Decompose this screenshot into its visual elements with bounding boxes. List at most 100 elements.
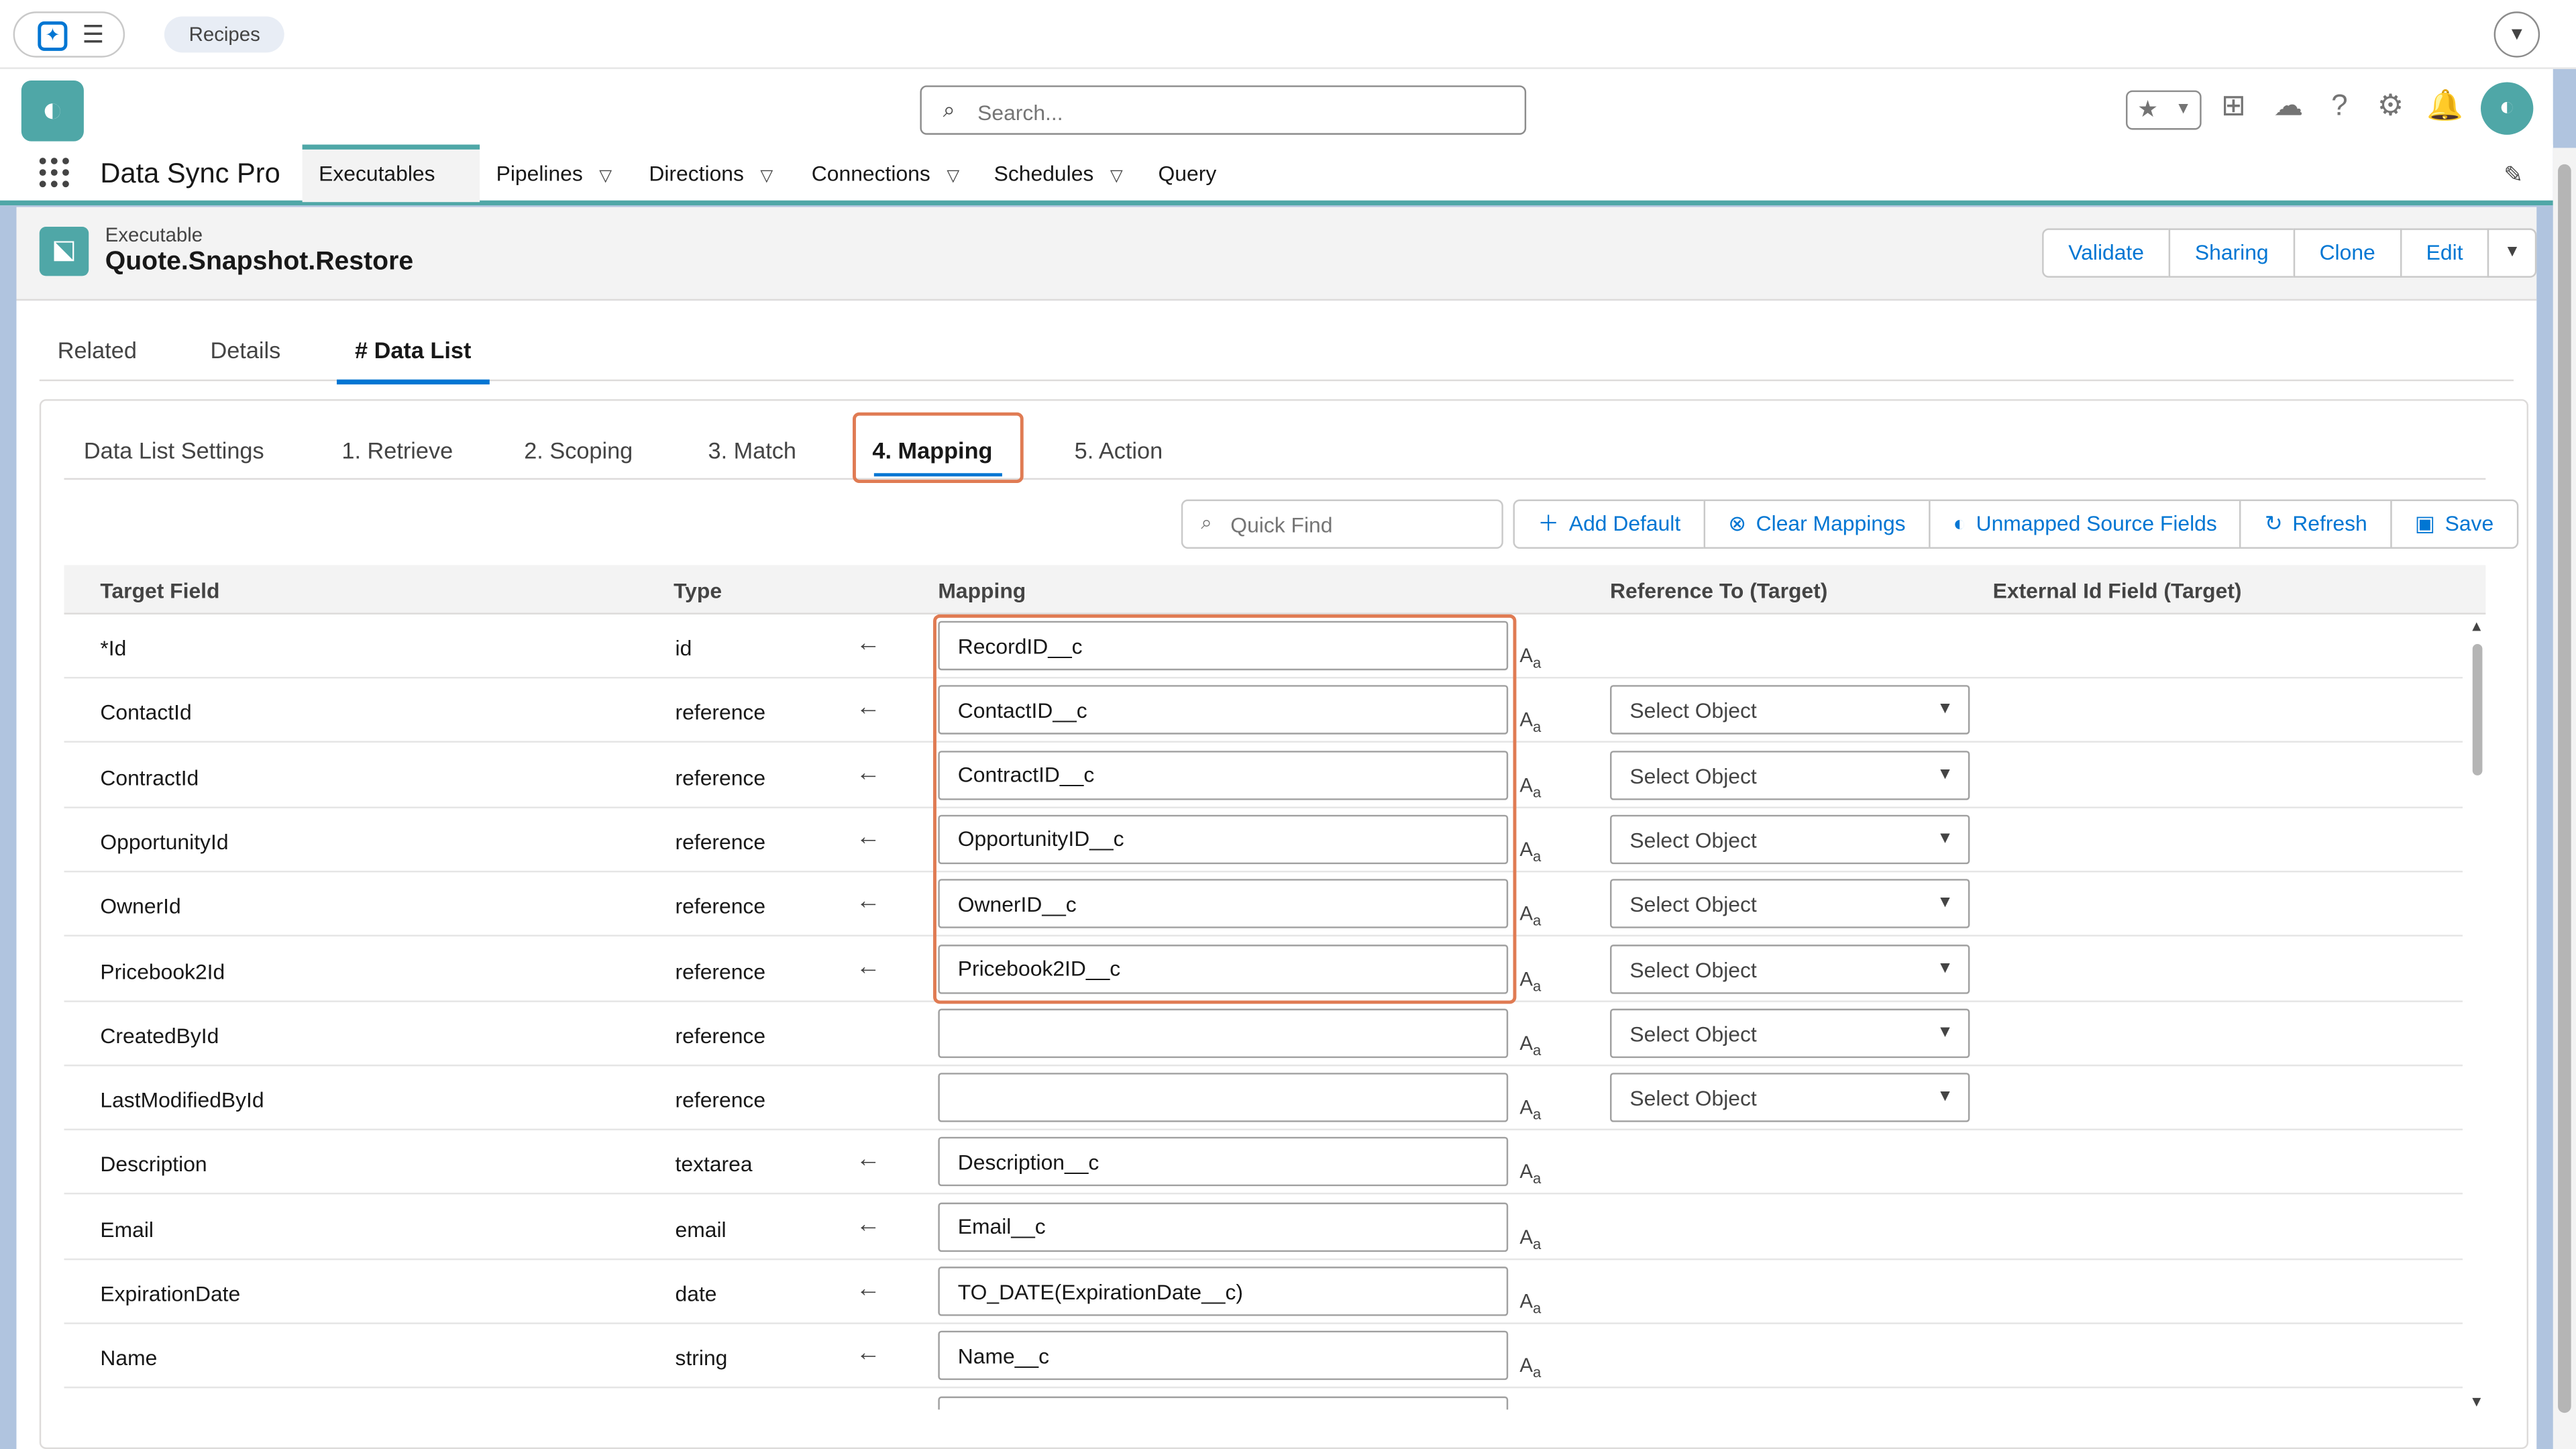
- reference-object-select[interactable]: Select Object ▼: [1610, 943, 1970, 994]
- nav-item-directions[interactable]: Directions ▽: [633, 145, 790, 203]
- arrow-left-icon[interactable]: ←: [856, 1340, 881, 1368]
- reference-object-select[interactable]: Select Object ▼: [1610, 1008, 1970, 1058]
- formula-text-icon[interactable]: Aa: [1519, 902, 1541, 929]
- avatar[interactable]: ◐: [2480, 82, 2534, 135]
- arrow-left-icon[interactable]: ←: [856, 823, 881, 851]
- refresh-button[interactable]: ↻ Refresh: [2240, 499, 2392, 549]
- sparkle-icon[interactable]: ✦: [38, 21, 68, 51]
- field-type: email: [675, 1216, 727, 1242]
- help-icon[interactable]: ?: [2331, 89, 2348, 131]
- page-scrollbar[interactable]: [2553, 148, 2576, 1449]
- scroll-up-icon[interactable]: ▲: [2469, 618, 2484, 634]
- chevron-down-icon[interactable]: ▼: [2493, 11, 2540, 58]
- app-logo[interactable]: ◐: [21, 80, 84, 142]
- chevron-down-icon[interactable]: ▽: [760, 148, 773, 207]
- edit-button[interactable]: Edit: [2400, 228, 2489, 278]
- search-input[interactable]: [977, 95, 1503, 129]
- arrow-left-icon[interactable]: ←: [856, 1404, 881, 1409]
- add-default-label: Add Default: [1568, 511, 1681, 536]
- col-target-field: Target Field: [100, 578, 220, 603]
- table-scrollbar[interactable]: ▲ ▼: [2469, 618, 2485, 1409]
- scroll-down-icon[interactable]: ▼: [2469, 1393, 2484, 1409]
- formula-text-icon[interactable]: Aa: [1519, 644, 1541, 671]
- mapping-input[interactable]: [938, 1201, 1509, 1252]
- validate-button[interactable]: Validate: [2042, 228, 2171, 278]
- tab-retrieve[interactable]: 1. Retrieve: [341, 437, 453, 463]
- mapping-input[interactable]: [938, 1395, 1509, 1410]
- quick-find-input[interactable]: [1230, 509, 1494, 539]
- save-button[interactable]: ▣ Save: [2390, 499, 2518, 549]
- add-default-button[interactable]: ＋ Add Default: [1513, 499, 1705, 549]
- formula-text-icon[interactable]: Aa: [1519, 1225, 1541, 1252]
- formula-text-icon[interactable]: Aa: [1519, 1161, 1541, 1187]
- arrow-left-icon[interactable]: ←: [856, 694, 881, 722]
- mapping-input[interactable]: [938, 1331, 1509, 1381]
- formula-text-icon[interactable]: Aa: [1519, 1289, 1541, 1316]
- nav-label: Query: [1158, 161, 1217, 186]
- formula-text-icon[interactable]: Aa: [1519, 838, 1541, 865]
- arrow-left-icon[interactable]: ←: [856, 758, 881, 786]
- star-icon[interactable]: ★: [2137, 95, 2158, 123]
- formula-text-icon[interactable]: Aa: [1519, 773, 1541, 800]
- reference-object-select[interactable]: Select Object ▼: [1610, 750, 1970, 800]
- clear-mappings-button[interactable]: ⊗ Clear Mappings: [1703, 499, 1931, 549]
- mapping-tab-underline: [873, 473, 1002, 477]
- reference-object-select[interactable]: Select Object ▼: [1610, 685, 1970, 735]
- formula-text-icon[interactable]: Aa: [1519, 708, 1541, 735]
- nav-item-connections[interactable]: Connections ▽: [795, 145, 975, 203]
- reference-object-select[interactable]: Select Object ▼: [1610, 814, 1970, 864]
- add-icon[interactable]: ⊞: [2221, 89, 2246, 131]
- tab-data-list[interactable]: # Data List: [337, 337, 490, 385]
- unmapped-source-fields-button[interactable]: ◐ Unmapped Source Fields: [1928, 499, 2242, 549]
- tab-details[interactable]: Details: [210, 337, 280, 363]
- mapping-input[interactable]: [938, 1267, 1509, 1316]
- app-launcher-pill[interactable]: ✦ ☰: [13, 11, 125, 58]
- sharing-button[interactable]: Sharing: [2168, 228, 2295, 278]
- trailhead-icon[interactable]: ☁: [2273, 89, 2303, 131]
- mapping-input[interactable]: [938, 1073, 1509, 1122]
- global-search[interactable]: ⌕: [920, 85, 1527, 135]
- nav-item-executables[interactable]: Executables▽: [302, 144, 480, 235]
- gear-icon[interactable]: ⚙: [2377, 89, 2404, 131]
- edit-nav-icon[interactable]: ✎: [2504, 161, 2523, 189]
- mapping-input[interactable]: [938, 1137, 1509, 1187]
- menu-icon[interactable]: ☰: [82, 19, 104, 50]
- reference-object-select[interactable]: Select Object ▼: [1610, 879, 1970, 929]
- chevron-down-icon[interactable]: ▽: [1110, 148, 1123, 207]
- nav-item-schedules[interactable]: Schedules ▽: [977, 145, 1139, 203]
- favorites-button[interactable]: ★ ▼: [2126, 90, 2202, 130]
- arrow-left-icon[interactable]: ←: [856, 888, 881, 916]
- nav-item-pipelines[interactable]: Pipelines ▽: [480, 145, 629, 203]
- tab-data-list-settings[interactable]: Data List Settings: [84, 437, 264, 463]
- chevron-down-icon[interactable]: ▼: [2175, 100, 2191, 118]
- tab-action[interactable]: 5. Action: [1075, 437, 1163, 463]
- arrow-left-icon[interactable]: ←: [856, 1146, 881, 1174]
- formula-text-icon[interactable]: Aa: [1519, 967, 1541, 994]
- field-type: string: [675, 1346, 728, 1371]
- field-type: reference: [675, 958, 766, 983]
- arrow-left-icon[interactable]: ←: [856, 1210, 881, 1238]
- chevron-down-icon[interactable]: ▽: [599, 148, 612, 207]
- more-actions-button[interactable]: ▼: [2487, 228, 2537, 278]
- arrow-left-icon[interactable]: ←: [856, 1275, 881, 1303]
- formula-text-icon[interactable]: Aa: [1519, 1354, 1541, 1381]
- formula-text-icon[interactable]: Aa: [1519, 1096, 1541, 1123]
- clone-button[interactable]: Clone: [2293, 228, 2402, 278]
- reference-object-select[interactable]: Select Object ▼: [1610, 1073, 1970, 1122]
- arrow-left-icon[interactable]: ←: [856, 952, 881, 980]
- bell-icon[interactable]: 🔔: [2426, 89, 2463, 131]
- tab-match[interactable]: 3. Match: [708, 437, 797, 463]
- chevron-down-icon[interactable]: ▽: [947, 148, 959, 207]
- formula-text-icon[interactable]: Aa: [1519, 1031, 1541, 1058]
- tab-related[interactable]: Related: [58, 337, 137, 363]
- mapping-input[interactable]: [938, 1008, 1509, 1058]
- app-launcher-icon[interactable]: [39, 158, 72, 191]
- scroll-thumb[interactable]: [2472, 644, 2483, 775]
- arrow-left-icon[interactable]: ←: [856, 629, 881, 657]
- nav-label: Directions: [649, 161, 744, 186]
- page-scroll-thumb[interactable]: [2558, 164, 2571, 1413]
- nav-item-query[interactable]: Query: [1142, 145, 1233, 203]
- quick-find[interactable]: ⌕: [1181, 499, 1503, 549]
- tab-scoping[interactable]: 2. Scoping: [524, 437, 633, 463]
- recipes-chip[interactable]: Recipes: [164, 16, 285, 53]
